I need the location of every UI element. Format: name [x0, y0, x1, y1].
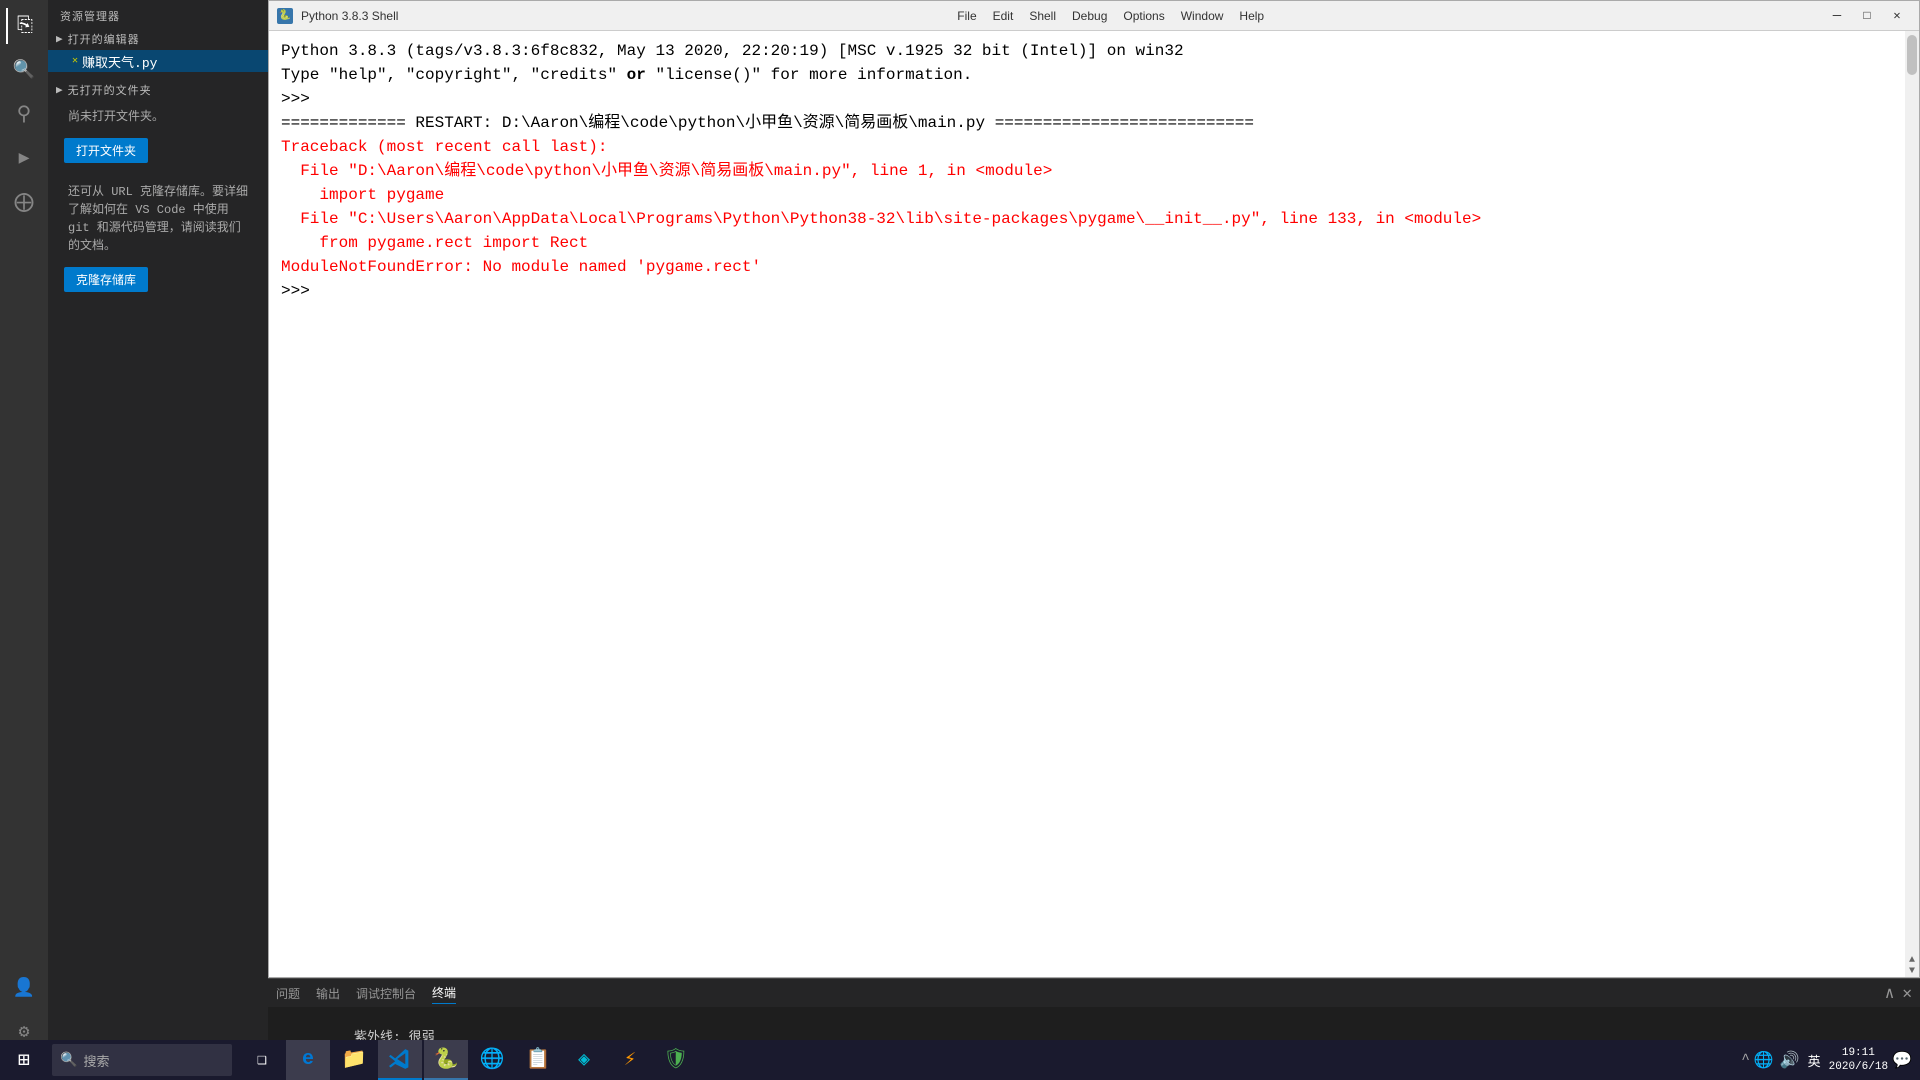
main-editor-area: 🐍 Python 3.8.3 Shell File Edit Shell Deb…: [268, 0, 1920, 1058]
taskbar-python-idle[interactable]: 🐍: [424, 1040, 468, 1080]
shell-menu-debug[interactable]: Debug: [1072, 9, 1107, 23]
shell-menu-shell[interactable]: Shell: [1029, 9, 1056, 23]
activity-debug[interactable]: ▶: [6, 140, 42, 176]
shell-scrollbar[interactable]: ▲ ▼: [1905, 31, 1919, 977]
close-icon: ✕: [72, 55, 78, 67]
search-placeholder: 搜索: [83, 1051, 109, 1070]
python-icon: 🐍: [277, 8, 293, 24]
shell-prompt-1: >>>: [281, 87, 1893, 111]
taskbar-task-view[interactable]: ❑: [240, 1040, 284, 1080]
shell-traceback-file2: File "C:\Users\Aaron\AppData\Local\Progr…: [281, 207, 1893, 231]
shell-menu-edit[interactable]: Edit: [993, 9, 1014, 23]
shell-module-error: ModuleNotFoundError: No module named 'py…: [281, 255, 1893, 279]
sidebar-section-open-editors[interactable]: ▶ 打开的编辑器: [48, 28, 268, 50]
taskbar-items: ❑ e 📁 🐍 🌐 📋 ◈ ⚡ 🛡: [236, 1040, 702, 1080]
taskbar-extra1[interactable]: 📋: [516, 1040, 560, 1080]
shell-menu-help[interactable]: Help: [1239, 9, 1264, 23]
shell-maximize[interactable]: □: [1853, 5, 1881, 27]
shell-traceback-file: File "D:\Aaron\编程\code\python\小甲鱼\资源\简易画…: [281, 159, 1893, 183]
editor-and-shell: 🐍 Python 3.8.3 Shell File Edit Shell Deb…: [268, 0, 1920, 978]
clone-repo-button[interactable]: 克隆存储库: [64, 267, 148, 292]
tray-notification-icon[interactable]: 💬: [1892, 1050, 1912, 1070]
shell-separator: ============= RESTART: D:\Aaron\编程\code\…: [281, 111, 1893, 135]
taskbar-extra4[interactable]: 🛡: [654, 1040, 698, 1080]
panel-tab-debug[interactable]: 调试控制台: [356, 983, 416, 1004]
scroll-thumb[interactable]: [1907, 35, 1917, 75]
taskbar-vscode[interactable]: [378, 1040, 422, 1080]
shell-menu-window[interactable]: Window: [1181, 9, 1224, 23]
tray-icons: 🌐 🔊: [1754, 1050, 1800, 1070]
python-shell-titlebar: 🐍 Python 3.8.3 Shell File Edit Shell Deb…: [269, 1, 1919, 31]
shell-traceback-header: Traceback (most recent call last):: [281, 135, 1893, 159]
taskbar-file-explorer[interactable]: 📁: [332, 1040, 376, 1080]
sidebar-title: 资源管理器: [48, 0, 268, 28]
tray-input-lang[interactable]: 英: [1804, 1051, 1825, 1070]
panel-close[interactable]: ✕: [1902, 983, 1912, 1003]
activity-search[interactable]: 🔍: [6, 52, 42, 88]
open-folder-button[interactable]: 打开文件夹: [64, 138, 148, 163]
taskbar-edge[interactable]: e: [286, 1040, 330, 1080]
activity-extensions[interactable]: ⨁: [6, 184, 42, 220]
panel-toolbar: ∧ ✕: [1885, 983, 1912, 1003]
python-shell-content[interactable]: Python 3.8.3 (tags/v3.8.3:6f8c832, May 1…: [269, 31, 1905, 977]
shell-content-area: Python 3.8.3 (tags/v3.8.3:6f8c832, May 1…: [269, 31, 1919, 977]
activity-bottom: 👤 ⚙: [6, 970, 42, 1050]
sidebar-open-editors: ▶ 打开的编辑器 ✕ 赚取天气.py: [48, 28, 268, 72]
panel-tabs: 问题 输出 调试控制台 终端 ∧ ✕: [268, 979, 1920, 1007]
shell-line-1: Python 3.8.3 (tags/v3.8.3:6f8c832, May 1…: [281, 39, 1893, 63]
taskbar-extra3[interactable]: ⚡: [608, 1040, 652, 1080]
search-bar[interactable]: 🔍 搜索: [52, 1044, 232, 1076]
shell-menu-options[interactable]: Options: [1123, 9, 1164, 23]
sidebar-file-weather[interactable]: ✕ 赚取天气.py: [48, 50, 268, 72]
activity-explorer[interactable]: ⎘: [6, 8, 42, 44]
shell-import-pygame: import pygame: [281, 183, 1893, 207]
sidebar-section-no-folder[interactable]: ▶ 无打开的文件夹: [56, 80, 260, 100]
start-button[interactable]: ⊞: [0, 1040, 48, 1080]
shell-menu-file[interactable]: File: [957, 9, 976, 23]
taskbar-tray: ^ 🌐 🔊 英 19:11 2020/6/18 💬: [1733, 1046, 1920, 1075]
tray-datetime[interactable]: 19:11 2020/6/18: [1829, 1046, 1888, 1075]
scroll-down-arrow[interactable]: ▼: [1909, 966, 1915, 977]
python-shell-window: 🐍 Python 3.8.3 Shell File Edit Shell Deb…: [268, 0, 1920, 978]
sidebar-no-folder: ▶ 无打开的文件夹 尚未打开文件夹。 打开文件夹 还可从 URL 克隆存储库。要…: [48, 72, 268, 308]
shell-from-rect: from pygame.rect import Rect: [281, 231, 1893, 255]
taskbar-chrome[interactable]: 🌐: [470, 1040, 514, 1080]
taskbar: ⊞ 🔍 搜索 ❑ e 📁 🐍 🌐 📋 ◈: [0, 1040, 1920, 1080]
tray-network-icon[interactable]: 🌐: [1754, 1050, 1774, 1070]
shell-line-2: Type "help", "copyright", "credits" or "…: [281, 63, 1893, 87]
python-shell-title: Python 3.8.3 Shell: [301, 9, 398, 23]
taskbar-extra2[interactable]: ◈: [562, 1040, 606, 1080]
shell-close[interactable]: ✕: [1883, 5, 1911, 27]
sidebar-no-folder-desc: 尚未打开文件夹。: [56, 104, 260, 130]
panel-tab-output[interactable]: 输出: [316, 983, 340, 1004]
python-shell-menu: File Edit Shell Debug Options Window Hel…: [957, 9, 1264, 23]
tray-volume-icon[interactable]: 🔊: [1780, 1050, 1800, 1070]
activity-account[interactable]: 👤: [6, 970, 42, 1006]
panel-scroll-up[interactable]: ∧: [1885, 983, 1895, 1003]
sidebar: 资源管理器 ▶ 打开的编辑器 ✕ 赚取天气.py ▶ 无打开的文件夹 尚未打开文…: [48, 0, 268, 1058]
search-icon: 🔍: [60, 1052, 77, 1069]
sidebar-desc2: 还可从 URL 克隆存储库。要详细了解如何在 VS Code 中使用 git 和…: [56, 179, 260, 259]
shell-window-controls: — □ ✕: [1823, 5, 1911, 27]
activity-source-control[interactable]: ⚲: [6, 96, 42, 132]
shell-prompt-2: >>>: [281, 279, 1893, 303]
panel-tab-problems[interactable]: 问题: [276, 983, 300, 1004]
tray-show-hidden[interactable]: ^: [1741, 1052, 1749, 1068]
panel-tab-terminal[interactable]: 终端: [432, 982, 456, 1004]
activity-bar: ⎘ 🔍 ⚲ ▶ ⨁ 👤 ⚙: [0, 0, 48, 1058]
shell-minimize[interactable]: —: [1823, 5, 1851, 27]
scroll-up-arrow[interactable]: ▲: [1909, 955, 1915, 966]
